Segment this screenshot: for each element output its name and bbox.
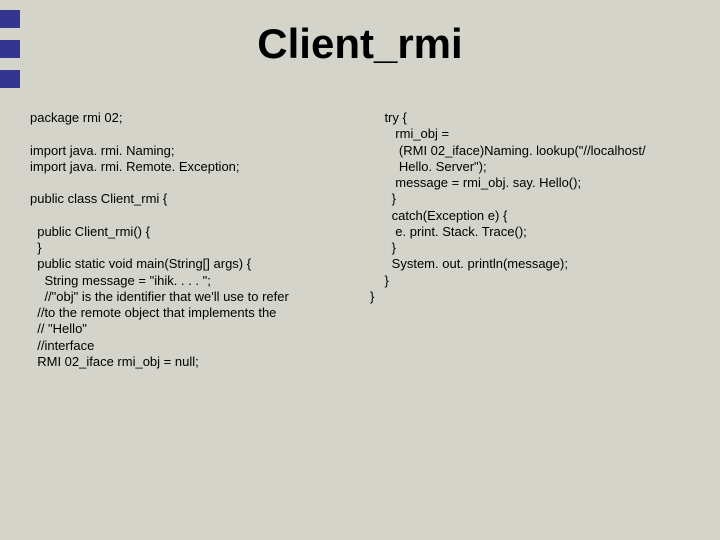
code-column-left: package rmi 02; import java. rmi. Naming… [30, 110, 370, 520]
page-title: Client_rmi [0, 20, 720, 68]
code-column-right: try { rmi_obj = (RMI 02_iface)Naming. lo… [370, 110, 700, 520]
decor-bar-3 [0, 70, 20, 88]
slide: Client_rmi package rmi 02; import java. … [0, 0, 720, 540]
code-area: package rmi 02; import java. rmi. Naming… [30, 110, 700, 520]
